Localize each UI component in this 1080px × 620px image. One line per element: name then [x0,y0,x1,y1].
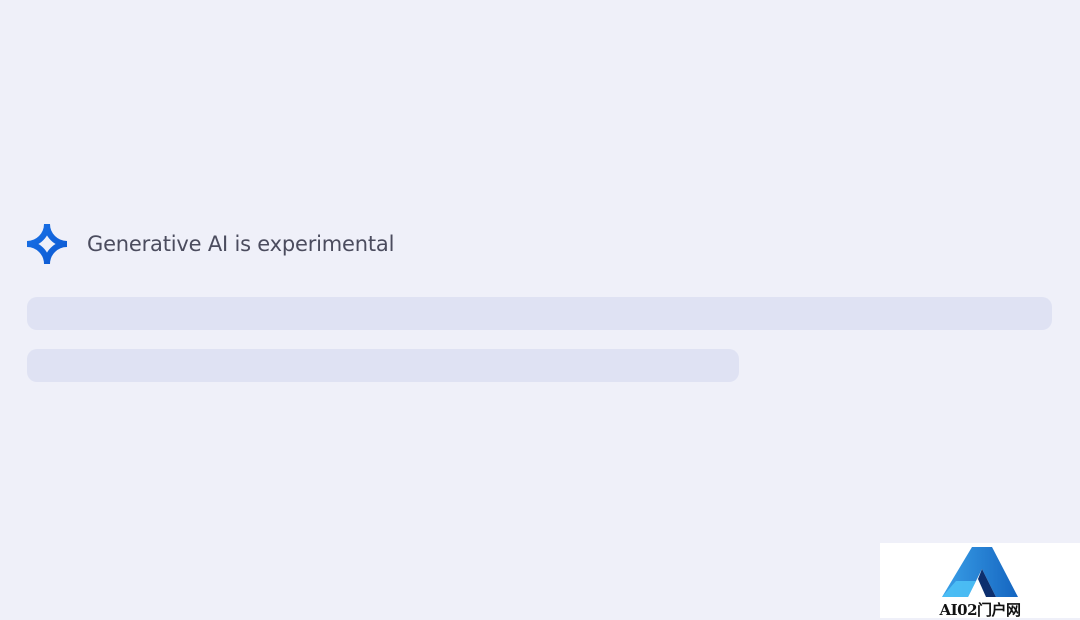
sparkle-icon [27,224,67,264]
ai-notice-header: Generative AI is experimental [27,224,394,264]
ai-notice-text: Generative AI is experimental [87,232,395,256]
loading-skeleton-line-1 [27,297,1052,330]
watermark: AI02门户网 [880,543,1080,619]
loading-skeleton-line-2 [27,349,739,382]
watermark-text: AI02门户网 [939,601,1021,619]
ai-portal-logo [942,547,1018,597]
